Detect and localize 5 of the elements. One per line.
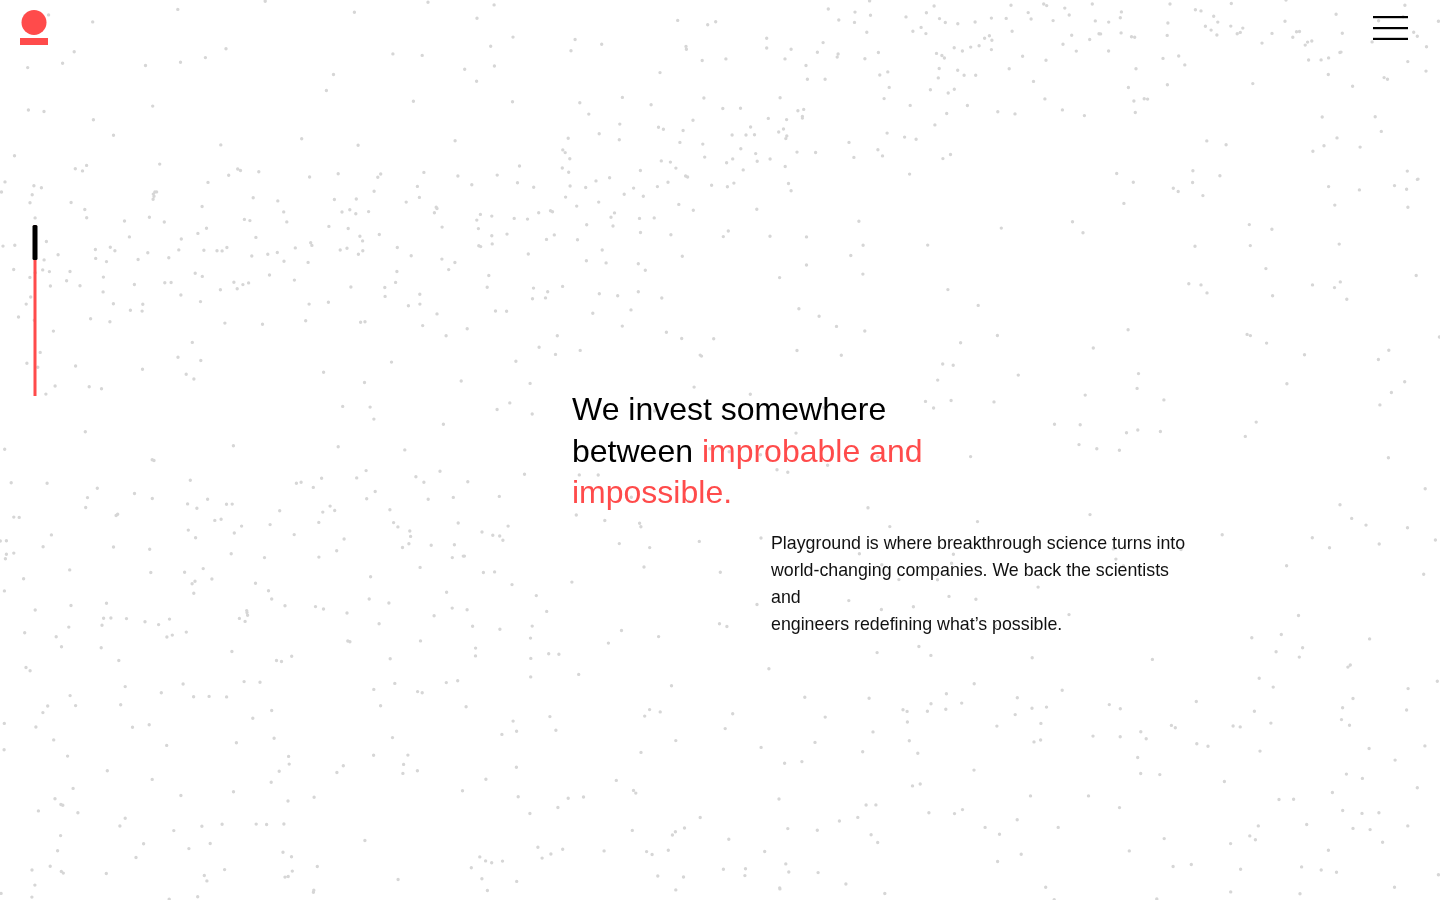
menu-button[interactable] xyxy=(1373,16,1408,40)
logo-icon[interactable] xyxy=(20,10,48,46)
hero-headline: We invest somewhere between improbable and impossible. xyxy=(572,390,924,512)
hero-description: Playground is where breakthrough science turns into world-changing companies. We back the scientists and engineers redefining what’s possible. xyxy=(771,531,1187,636)
menu-icon xyxy=(1373,16,1408,40)
